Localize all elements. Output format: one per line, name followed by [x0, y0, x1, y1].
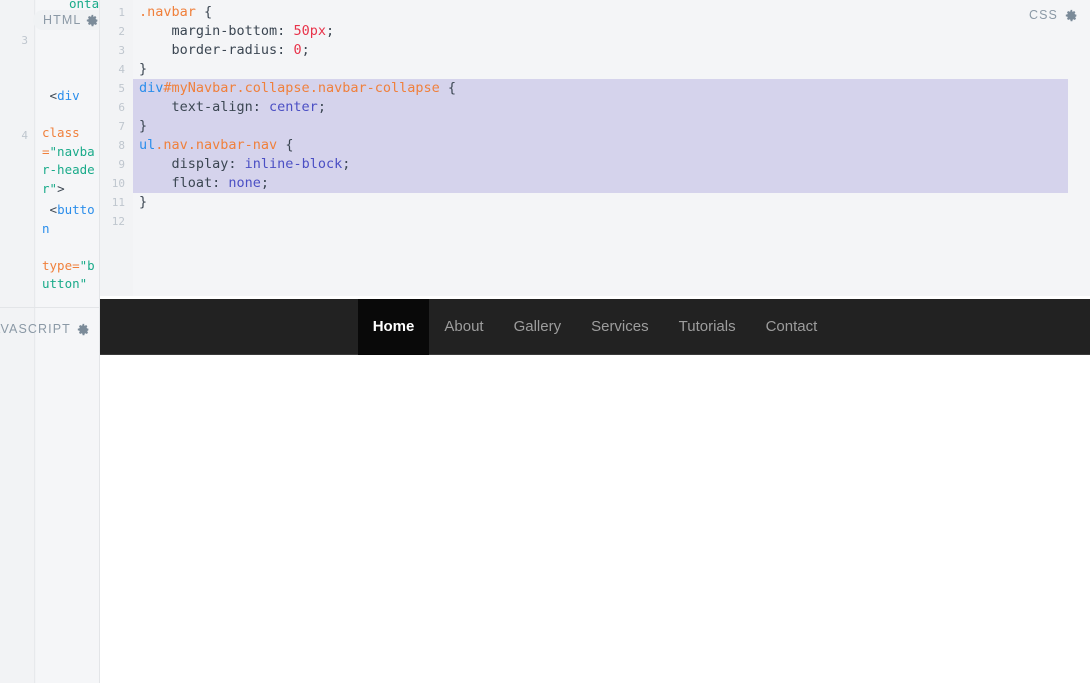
css-code-line-6: text-align: center; [139, 98, 326, 117]
html-line-number: 4 [21, 129, 28, 142]
css-line-number: 11 [111, 196, 125, 209]
javascript-editor-pane[interactable]: AVASCRIPT [0, 307, 99, 683]
nav-item-home[interactable]: Home [357, 299, 430, 355]
preview-page-body [100, 355, 1090, 683]
html-code-area[interactable]: ontainer <div class="navbar-header"> <bu… [36, 0, 99, 307]
html-tab[interactable]: HTML [33, 10, 99, 30]
html-line-number: 3 [21, 34, 28, 47]
value: inline-block [244, 156, 343, 172]
punct: ; [325, 23, 335, 39]
css-gutter: 1 2 3 4 5 6 7 8 9 10 11 12 [100, 0, 133, 296]
css-code-line-7: } [139, 117, 147, 136]
js-code-area[interactable] [36, 308, 99, 683]
property: text-align: [139, 99, 270, 115]
html-gutter: 3 4 [0, 0, 35, 307]
value: center [269, 99, 318, 115]
css-code-line-4: } [139, 60, 147, 79]
nav-item-services[interactable]: Services [576, 299, 664, 355]
css-code-area[interactable]: .navbar { margin-bottom: 50px; border-ra… [133, 0, 1090, 296]
value: 50px [293, 23, 326, 39]
punct: } [139, 118, 148, 134]
punct: < [42, 88, 58, 103]
nav-item-gallery[interactable]: Gallery [499, 299, 577, 355]
gear-icon[interactable] [77, 323, 90, 336]
selector-tag: div [139, 80, 164, 96]
css-code-line-8: ul.nav.navbar-nav { [139, 136, 293, 155]
property: margin-bottom: [139, 23, 294, 39]
punct: ; [301, 42, 310, 58]
attr-name: type= [42, 257, 80, 273]
css-line-number: 1 [118, 6, 125, 19]
js-gutter [0, 308, 35, 683]
css-line-number: 9 [118, 158, 125, 171]
punct: ; [317, 99, 326, 115]
html-code-line-4: <button type="button" class="navbar-togg… [42, 164, 98, 307]
value: 0 [293, 42, 302, 58]
navbar-nav-list: Home About Gallery Services Tutorials Contact [357, 299, 833, 355]
pen-editor-screen: 3 4 ontainer <div class="navbar-header">… [0, 0, 1090, 683]
css-tab[interactable]: CSS [1029, 8, 1078, 22]
selector: .nav.navbar-nav [155, 137, 278, 153]
css-code-line-3: border-radius: 0; [139, 41, 310, 60]
html-editor-pane[interactable]: 3 4 ontainer <div class="navbar-header">… [0, 0, 99, 307]
css-code-line-2: margin-bottom: 50px; [139, 22, 335, 41]
javascript-tab-label: AVASCRIPT [0, 322, 71, 336]
punct: } [139, 61, 148, 77]
css-line-number: 4 [118, 63, 125, 76]
nav-item-about[interactable]: About [429, 299, 498, 355]
punct: ; [260, 175, 270, 191]
preview-navbar: Home About Gallery Services Tutorials Contact [100, 299, 1090, 355]
result-preview-pane: Home About Gallery Services Tutorials Contact [100, 296, 1090, 683]
css-line-number: 2 [118, 25, 125, 38]
gear-icon[interactable] [86, 14, 99, 27]
property: float: [139, 175, 229, 191]
left-editor-column: 3 4 ontainer <div class="navbar-header">… [0, 0, 100, 683]
nav-item-contact[interactable]: Contact [751, 299, 833, 355]
css-code-line-10: float: none; [139, 174, 270, 193]
punct: { [439, 80, 456, 96]
html-tab-label: HTML [43, 13, 82, 27]
css-line-number: 5 [118, 82, 125, 95]
property: display: [139, 156, 245, 172]
punct: { [277, 137, 294, 153]
javascript-tab[interactable]: AVASCRIPT [0, 322, 90, 336]
css-line-number: 10 [111, 177, 125, 190]
css-tab-label: CSS [1028, 8, 1058, 22]
css-code-line-5: div#myNavbar.collapse.navbar-collapse { [139, 79, 456, 98]
css-line-number: 8 [118, 139, 125, 152]
css-editor-pane[interactable]: .navbar { margin-bottom: 50px; border-ra… [100, 0, 1090, 296]
css-line-number: 6 [118, 101, 125, 114]
css-code-line-1: .navbar { [139, 3, 212, 22]
css-line-number: 12 [111, 215, 125, 228]
gear-icon[interactable] [1065, 9, 1078, 22]
css-code-line-9: display: inline-block; [139, 155, 351, 174]
nav-item-tutorials[interactable]: Tutorials [664, 299, 751, 355]
selector-tag: ul [139, 137, 156, 153]
css-line-number: 3 [118, 44, 125, 57]
css-line-number: 7 [118, 120, 125, 133]
tag-name: div [57, 88, 80, 103]
punct: } [139, 194, 148, 210]
punct: < [42, 202, 58, 217]
selector: #myNavbar.collapse.navbar-collapse [163, 80, 440, 96]
punct: { [195, 4, 213, 20]
property: border-radius: [139, 42, 294, 58]
css-code-line-11: } [139, 193, 147, 212]
value: none [228, 175, 261, 191]
selector: .navbar [139, 4, 196, 20]
punct: ; [342, 156, 351, 172]
